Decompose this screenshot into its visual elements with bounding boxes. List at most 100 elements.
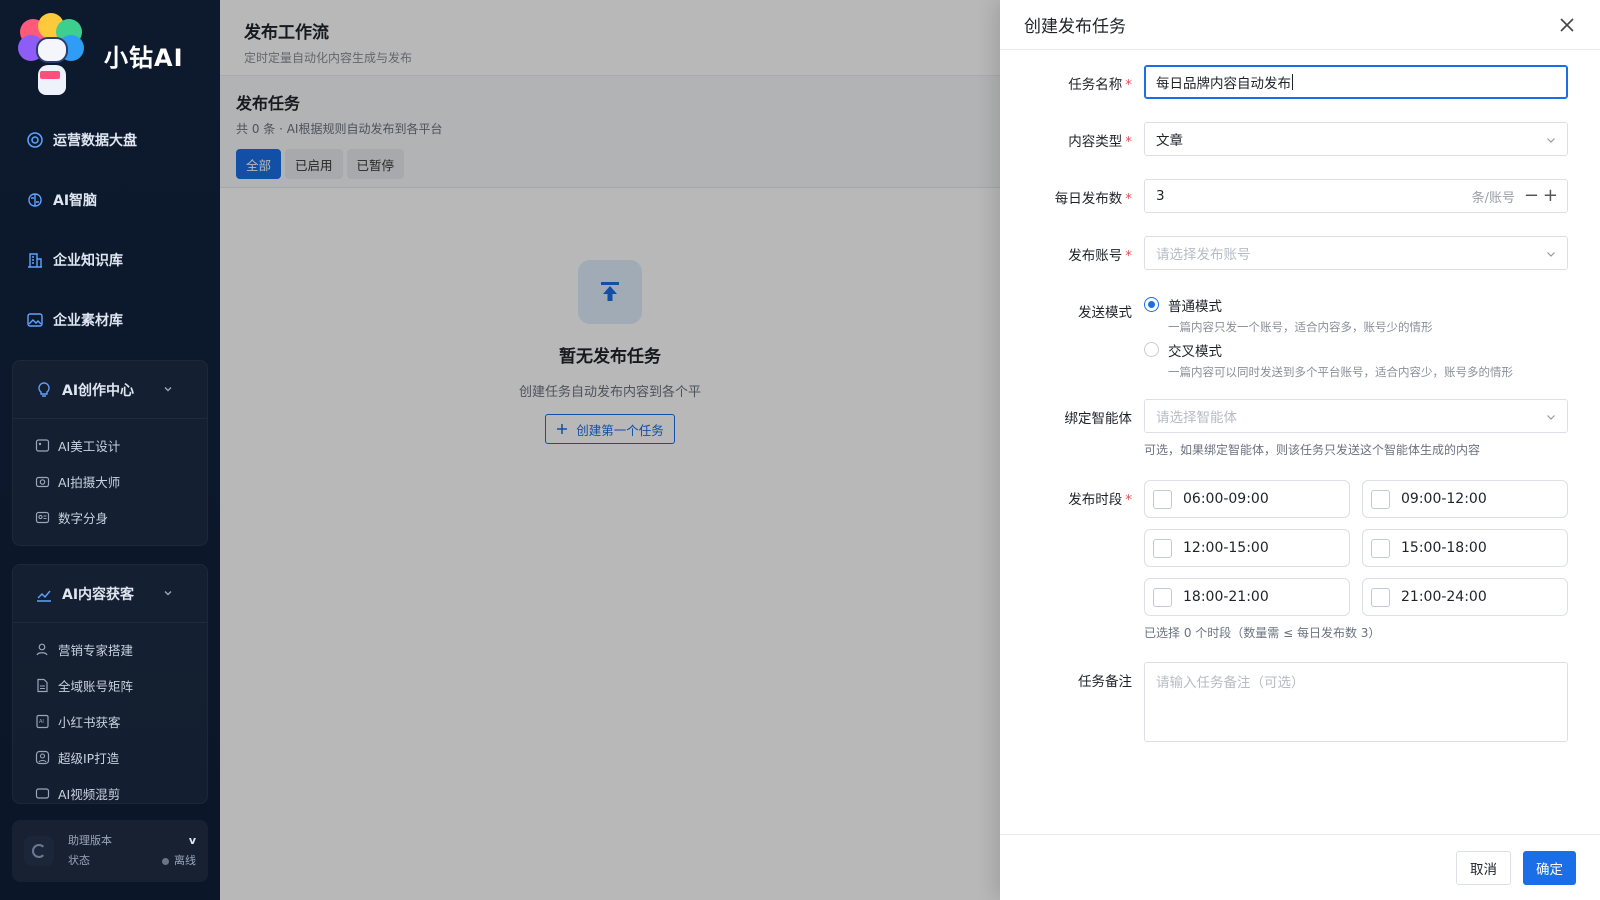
time-slot-label: 发布时段 * [1068,492,1132,508]
note-label: 任务备注 [1078,674,1132,690]
version-label: 助理版本 [68,834,112,847]
chevron-down-icon [1547,138,1555,143]
time-slot-option[interactable]: 21:00-24:00 [1362,578,1568,616]
bulb-icon [38,381,50,397]
time-slot-text: 06:00-09:00 [1183,491,1269,507]
sidebar-item-account-matrix[interactable]: 全域账号矩阵 [13,667,207,703]
sidebar-item-label: 数字分身 [58,510,109,526]
checkbox-icon [1371,538,1390,558]
building-icon [28,253,42,268]
cancel-button[interactable]: 取消 [1456,850,1511,885]
nav-item-assets[interactable]: 企业素材库 [14,290,206,350]
checkbox-icon [1153,489,1172,509]
time-slot-option[interactable]: 12:00-15:00 [1144,529,1350,567]
brand-name: 小钻AI [104,43,184,72]
confirm-button[interactable]: 确定 [1523,850,1576,885]
nav-item-dashboard[interactable]: 运营数据大盘 [14,110,206,170]
state-value: 离线 [174,854,196,867]
agent-placeholder: 请选择智能体 [1156,410,1237,426]
camera-icon [35,476,50,487]
drawer-title: 创建发布任务 [1024,17,1126,37]
checkbox-icon [1153,538,1172,558]
radio-desc: 一篇内容只发一个账号，适合内容多，账号少的情形 [1168,320,1433,334]
nav-item-label: 企业知识库 [53,253,123,269]
account-label: 发布账号 * [1068,248,1132,264]
nav-item-label: 企业素材库 [53,313,123,329]
content-type-select[interactable]: 文章 [1144,122,1568,156]
daily-count-value: 3 [1156,188,1165,204]
chevron-down-icon [1547,415,1555,420]
account-placeholder: 请选择发布账号 [1156,247,1251,263]
daily-count-stepper[interactable]: 3 条/账号 − + [1144,179,1568,213]
sidebar-item-label: AI拍摄大师 [58,474,121,490]
chevron-down-icon [1547,252,1555,257]
time-slot-text: 15:00-18:00 [1401,540,1487,556]
group-ai-acquisition: AI内容获客 营销专家搭建 全域账号矩阵 AI 小红书获客 超级IP打造 AI视… [12,564,208,804]
time-slot-text: 18:00-21:00 [1183,589,1269,605]
brand[interactable]: 小钻AI [0,0,220,110]
time-slot-option[interactable]: 18:00-21:00 [1144,578,1350,616]
radio-title: 普通模式 [1168,299,1222,315]
version-value: v [188,834,196,847]
checkbox-icon [1371,587,1390,607]
note-textarea[interactable]: 请输入任务备注（可选） [1144,662,1568,742]
group-head-ai-creation[interactable]: AI创作中心 [13,361,207,419]
group-head-ai-acquisition[interactable]: AI内容获客 [13,565,207,623]
agent-select[interactable]: 请选择智能体 [1144,399,1568,433]
sidebar-item-label: 小红书获客 [58,714,121,730]
assistant-status-card[interactable]: 助理版本 v 状态 离线 [12,820,208,882]
decrement-button[interactable]: − [1524,185,1539,206]
sidebar-item-label: 超级IP打造 [58,750,120,766]
offline-dot-icon [162,857,169,865]
send-mode-label: 发送模式 [1078,305,1132,321]
nav-item-knowledge[interactable]: 企业知识库 [14,230,206,290]
user-icon [36,643,48,655]
task-name-label: 任务名称 * [1068,77,1132,93]
radio-normal-mode[interactable]: 普通模式 一篇内容只发一个账号，适合内容多，账号少的情形 [1144,295,1433,335]
sidebar-item-marketing-expert[interactable]: 营销专家搭建 [13,631,207,667]
note-placeholder: 请输入任务备注（可选） [1156,675,1305,691]
checkbox-icon [1153,587,1172,607]
sidebar-item-super-ip[interactable]: 超级IP打造 [13,739,207,775]
chevron-down-icon [164,387,172,392]
task-name-value: 每日品牌内容自动发布 [1156,76,1291,92]
svg-text:AI: AI [39,719,44,725]
nav-item-brain[interactable]: AI智脑 [14,170,206,230]
modal-overlay[interactable] [220,0,1000,900]
content-type-label: 内容类型 * [1068,134,1132,150]
sidebar-item-digital-twin[interactable]: 数字分身 [13,499,207,535]
brain-icon [28,193,42,207]
sidebar-item-ai-design[interactable]: AI美工设计 [13,427,207,463]
time-slot-option[interactable]: 15:00-18:00 [1362,529,1568,567]
close-icon[interactable] [1558,16,1576,34]
sidebar-item-ai-camera[interactable]: AI拍摄大师 [13,463,207,499]
nav-item-label: AI智脑 [53,193,98,209]
sidebar-item-label: 营销专家搭建 [58,642,134,658]
increment-button[interactable]: + [1543,185,1558,206]
sidebar-item-label: 全域账号矩阵 [58,678,134,694]
trend-icon [37,590,51,602]
sidebar-item-video-remix[interactable]: AI视频混剪 [13,775,207,803]
create-task-drawer: 创建发布任务 任务名称 * 每日品牌内容自动发布 内容类型 * 文章 每日发布数 * … [1000,0,1600,900]
mascot-logo [18,13,84,97]
time-slot-option[interactable]: 06:00-09:00 [1144,480,1350,518]
time-slot-text: 09:00-12:00 [1401,491,1487,507]
time-slot-text: 12:00-15:00 [1183,540,1269,556]
time-slot-option[interactable]: 09:00-12:00 [1362,480,1568,518]
account-select[interactable]: 请选择发布账号 [1144,236,1568,270]
daily-count-label: 每日发布数 * [1054,191,1132,207]
group-title: AI创作中心 [62,382,135,399]
ai-doc-icon: AI [36,714,49,728]
group-title: AI内容获客 [62,586,135,603]
state-label: 状态 [68,854,90,867]
time-slot-summary: 已选择 0 个时段（数量需 ≤ 每日发布数 3） [1144,626,1381,640]
loading-icon [24,836,54,866]
agent-label: 绑定智能体 [1064,411,1133,427]
daily-count-unit: 条/账号 [1471,190,1515,206]
radio-cross-mode[interactable]: 交叉模式 一篇内容可以同时发送到多个平台账号，适合内容少，账号多的情形 [1144,340,1513,380]
nav-item-label: 运营数据大盘 [53,133,137,149]
sidebar-item-label: AI美工设计 [58,438,121,454]
agent-hint: 可选，如果绑定智能体，则该任务只发送这个智能体生成的内容 [1144,443,1481,457]
sidebar-item-xiaohongshu[interactable]: AI 小红书获客 [13,703,207,739]
task-name-input[interactable]: 每日品牌内容自动发布 [1144,65,1568,99]
